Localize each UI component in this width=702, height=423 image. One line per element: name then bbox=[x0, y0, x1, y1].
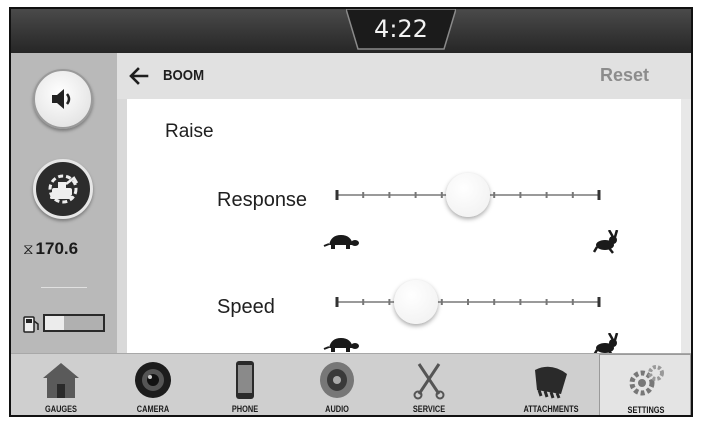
nav-audio[interactable]: AUDIO bbox=[295, 354, 379, 415]
app-screen: 4:22 ⧖ 170.6 BOOM Reset Raise Response S… bbox=[9, 7, 693, 417]
status-bar: 4:22 bbox=[11, 9, 691, 53]
nav-label: SERVICE bbox=[412, 404, 446, 414]
bucket-icon bbox=[535, 366, 567, 399]
slider-track bbox=[335, 297, 601, 307]
speaker-icon bbox=[320, 362, 354, 398]
reset-button[interactable]: Reset bbox=[600, 65, 649, 86]
volume-button[interactable] bbox=[33, 69, 93, 129]
rabbit-icon bbox=[593, 230, 619, 254]
nav-label: AUDIO bbox=[325, 404, 349, 414]
house-icon bbox=[43, 363, 79, 398]
nav-service[interactable]: SERVICE bbox=[387, 354, 471, 415]
page-title: BOOM bbox=[163, 67, 205, 84]
bottom-nav: GAUGES CAMERA PHONE AUDIO SERVICE ATTACH… bbox=[11, 353, 691, 415]
speed-slider[interactable] bbox=[335, 280, 601, 324]
nav-phone[interactable]: PHONE bbox=[203, 354, 287, 415]
back-arrow-icon[interactable] bbox=[127, 64, 151, 88]
clock-tab: 4:22 bbox=[345, 9, 457, 53]
fuel-pump-icon bbox=[23, 316, 39, 333]
nav-gauges[interactable]: GAUGES bbox=[19, 354, 103, 415]
section-title: Raise bbox=[165, 121, 214, 142]
slider-thumb[interactable] bbox=[393, 280, 438, 324]
settings-panel: Raise Response Speed bbox=[127, 99, 681, 353]
slider-thumb[interactable] bbox=[446, 173, 490, 217]
response-slider[interactable] bbox=[335, 173, 601, 217]
nav-settings[interactable]: SETTINGS bbox=[599, 354, 691, 415]
nav-label: PHONE bbox=[231, 404, 259, 414]
speaker-icon bbox=[52, 89, 71, 109]
machine-settings-button[interactable] bbox=[33, 159, 93, 219]
turtle-icon bbox=[323, 235, 359, 249]
camera-icon bbox=[135, 362, 171, 398]
hour-meter-value: 170.6 bbox=[35, 239, 79, 258]
divider bbox=[41, 287, 87, 288]
machine-settings-icon bbox=[48, 174, 79, 204]
gears-icon bbox=[629, 365, 664, 396]
nav-label: ATTACHMENTS bbox=[523, 404, 579, 414]
fuel-level-fill bbox=[45, 316, 64, 330]
hourglass-icon: ⧖ bbox=[23, 241, 34, 258]
left-panel: ⧖ 170.6 bbox=[11, 53, 117, 353]
page-header: BOOM Reset bbox=[117, 53, 691, 99]
nav-camera[interactable]: CAMERA bbox=[111, 354, 195, 415]
nav-label: SETTINGS bbox=[627, 405, 665, 415]
rabbit-icon bbox=[593, 333, 619, 353]
nav-label: GAUGES bbox=[44, 404, 77, 414]
tools-icon bbox=[413, 363, 445, 400]
fuel-gauge bbox=[43, 314, 105, 332]
speed-label: Speed bbox=[217, 296, 275, 318]
nav-label: CAMERA bbox=[136, 404, 170, 414]
scrollbar[interactable] bbox=[681, 99, 691, 353]
phone-icon bbox=[236, 361, 254, 399]
response-label: Response bbox=[217, 189, 308, 211]
turtle-icon bbox=[323, 338, 359, 352]
nav-attachments[interactable]: ATTACHMENTS bbox=[509, 354, 593, 415]
hour-meter: ⧖ 170.6 bbox=[23, 239, 78, 259]
clock: 4:22 bbox=[374, 15, 428, 43]
